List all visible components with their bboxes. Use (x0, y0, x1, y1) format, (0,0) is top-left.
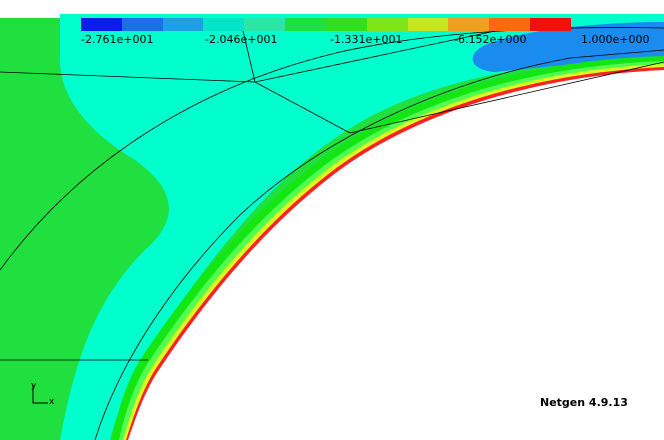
visualization-viewport[interactable] (0, 0, 664, 440)
colorbar-segment (366, 18, 408, 31)
axis-x-label: x (49, 397, 55, 407)
brand-label: Netgen 4.9.13 (540, 396, 628, 409)
colorbar-segment (448, 18, 490, 31)
colorbar-segment (285, 18, 326, 31)
colorbar-segment (203, 18, 245, 31)
colorbar-segment (162, 18, 204, 31)
axis-y-label: y (31, 381, 37, 391)
colorbar-segment (325, 18, 367, 31)
colorbar-label-3: -1.331e+001 (330, 33, 403, 46)
colorbar-segment (407, 18, 449, 31)
axes-triad-icon: y x (30, 381, 60, 409)
colorbar-label-2: -2.046e+001 (205, 33, 278, 46)
colorbar-label-4: -6.152e+000 (454, 33, 527, 46)
colorbar-segment (121, 18, 163, 31)
colorbar-segment (244, 18, 286, 31)
colorbar-segment (81, 18, 122, 31)
colorbar-segment (489, 18, 531, 31)
colorbar (81, 18, 571, 31)
colorbar-segment (530, 18, 571, 31)
colorbar-label-max: 1.000e+000 (581, 33, 650, 46)
colorbar-label-min: -2.761e+001 (81, 33, 154, 46)
